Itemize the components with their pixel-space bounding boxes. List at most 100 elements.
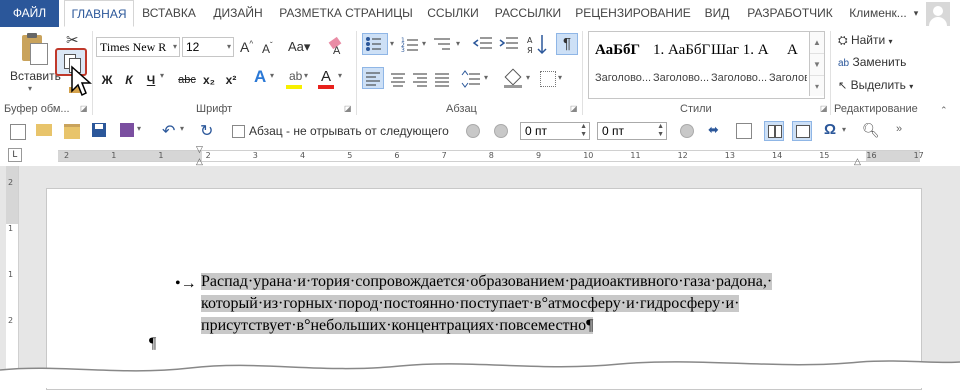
numbering-icon[interactable]: 1 2 3 xyxy=(400,35,422,53)
style-item[interactable]: Шаг 1. А Заголово... xyxy=(705,32,769,96)
user-name[interactable]: Клименк... xyxy=(844,0,912,27)
print-preview-icon[interactable]: 🔍︎ xyxy=(862,122,880,139)
shrink-font-icon[interactable]: Aˇ xyxy=(262,41,273,56)
styles-launcher-icon[interactable]: ◪ xyxy=(820,104,828,113)
superscript-button[interactable]: x² xyxy=(222,69,240,91)
tab-references[interactable]: ССЫЛКИ xyxy=(424,0,482,27)
styles-scroll[interactable]: ▲ ▼ ▾ xyxy=(809,32,824,96)
first-line-indent-marker-icon[interactable]: ▽ xyxy=(196,144,203,155)
document-line[interactable]: присутствует·в°небольших·концентрациях·п… xyxy=(201,317,594,335)
chevron-up-icon[interactable]: ▲ xyxy=(810,32,824,54)
save-icon[interactable] xyxy=(92,123,106,137)
shading-icon[interactable] xyxy=(504,68,524,89)
paste-icon[interactable] xyxy=(18,33,48,67)
subscript-button[interactable]: x₂ xyxy=(200,69,218,91)
spinner-icon[interactable]: ▲ ▼ xyxy=(580,123,587,139)
user-menu-chevron-icon[interactable]: ▾ xyxy=(910,0,922,27)
highlight-color-icon[interactable]: ab xyxy=(286,69,302,89)
align-center-icon[interactable] xyxy=(388,69,408,89)
replace-button[interactable]: ab Заменить xyxy=(838,55,906,69)
align-right-icon[interactable] xyxy=(410,69,430,89)
keep-with-next-checkbox[interactable] xyxy=(232,125,245,138)
text-effects-dropdown-icon[interactable]: ▾ xyxy=(270,71,274,80)
multilevel-list-icon[interactable] xyxy=(432,35,454,53)
clear-formatting-icon[interactable]: A xyxy=(328,36,344,57)
underline-dropdown-icon[interactable]: ▾ xyxy=(160,71,164,80)
option-circle-icon[interactable] xyxy=(466,124,480,138)
paragraph-launcher-icon[interactable]: ◪ xyxy=(570,104,578,113)
document-line[interactable]: Распад·урана·и·тория·сопровождается·обра… xyxy=(201,273,773,291)
option-circle-icon[interactable] xyxy=(494,124,508,138)
layout-icon[interactable] xyxy=(736,123,752,139)
change-case-icon[interactable]: Aa▾ xyxy=(288,39,310,55)
spacing-after-field[interactable]: 0 пт ▲ ▼ xyxy=(597,122,667,140)
multilevel-dropdown-icon[interactable]: ▾ xyxy=(456,39,460,48)
more-commands-icon[interactable]: » xyxy=(896,123,902,135)
find-button[interactable]: ⛭ Найти ▾ xyxy=(838,33,893,48)
tab-developer[interactable]: РАЗРАБОТЧИК xyxy=(742,0,838,27)
tab-view[interactable]: ВИД xyxy=(700,0,734,27)
repeat-icon[interactable]: ↻ xyxy=(200,121,213,141)
bullets-button[interactable] xyxy=(362,33,388,55)
paste-dropdown-icon[interactable]: ▾ xyxy=(28,84,32,93)
tab-layout[interactable]: РАЗМЕТКА СТРАНИЦЫ xyxy=(278,0,414,27)
more-styles-icon[interactable]: ▾ xyxy=(810,76,824,97)
highlight-dropdown-icon[interactable]: ▾ xyxy=(304,71,308,80)
bold-button[interactable]: Ж xyxy=(98,69,116,91)
grow-font-icon[interactable]: A^ xyxy=(240,39,253,55)
show-formatting-marks-button[interactable]: ¶ xyxy=(556,33,578,55)
font-launcher-icon[interactable]: ◪ xyxy=(344,104,352,113)
open-folder-icon[interactable] xyxy=(64,124,80,139)
undo-icon[interactable]: ↶ xyxy=(162,121,175,141)
avatar[interactable] xyxy=(926,2,950,26)
style-item[interactable]: АаБбГ Заголово... xyxy=(589,32,651,96)
tab-file[interactable]: ФАЙЛ xyxy=(0,0,59,27)
collapse-ribbon-icon[interactable]: ⌃ xyxy=(940,105,948,116)
font-name-combo[interactable]: Times New R ▾ xyxy=(96,37,180,57)
move-icon[interactable]: ⬌ xyxy=(708,122,719,138)
spacing-before-field[interactable]: 0 пт ▲ ▼ xyxy=(520,122,590,140)
font-size-combo[interactable]: 12 ▾ xyxy=(182,37,234,57)
document-line[interactable]: который·из·горных·пород·постоянно·поступ… xyxy=(201,295,740,313)
option-circle-icon[interactable] xyxy=(680,124,694,138)
tab-design[interactable]: ДИЗАЙН xyxy=(208,0,268,27)
save-as-dropdown-icon[interactable]: ▾ xyxy=(137,124,141,133)
style-item[interactable]: А Заголово... xyxy=(763,32,807,96)
decrease-indent-icon[interactable] xyxy=(472,35,494,53)
increase-indent-icon[interactable] xyxy=(498,35,520,53)
new-document-icon[interactable] xyxy=(10,124,26,140)
justify-icon[interactable] xyxy=(432,69,452,89)
chevron-down-icon[interactable]: ▼ xyxy=(810,54,824,76)
numbering-dropdown-icon[interactable]: ▾ xyxy=(422,39,426,48)
tab-mailings[interactable]: РАССЫЛКИ xyxy=(492,0,564,27)
font-color-dropdown-icon[interactable]: ▾ xyxy=(338,71,342,80)
text-effects-icon[interactable]: A xyxy=(254,67,266,87)
borders-dropdown-icon[interactable]: ▾ xyxy=(558,73,562,82)
shading-dropdown-icon[interactable]: ▾ xyxy=(526,73,530,82)
line-spacing-dropdown-icon[interactable]: ▾ xyxy=(484,73,488,82)
tab-selector-icon[interactable]: L xyxy=(8,148,22,162)
select-button[interactable]: ↖ Выделить ▾ xyxy=(838,78,913,92)
paste-button[interactable]: Вставить xyxy=(10,69,61,83)
align-left-button[interactable] xyxy=(362,67,384,89)
cut-icon[interactable]: ✂ xyxy=(66,31,79,49)
symbol-omega-icon[interactable]: Ω xyxy=(824,121,836,138)
tab-home[interactable]: ГЛАВНАЯ xyxy=(64,0,134,27)
undo-dropdown-icon[interactable]: ▾ xyxy=(180,124,184,133)
font-color-icon[interactable]: A xyxy=(318,68,334,89)
borders-icon[interactable] xyxy=(540,71,556,87)
style-item[interactable]: 1. АаБбГ Заголово... xyxy=(647,32,710,96)
italic-button[interactable]: К xyxy=(120,69,138,91)
underline-button[interactable]: Ч xyxy=(142,69,160,91)
horizontal-ruler[interactable]: L 21123456789101112131415161718 ▽ △ △ xyxy=(0,144,960,166)
symbol-dropdown-icon[interactable]: ▾ xyxy=(842,125,846,134)
clipboard-launcher-icon[interactable]: ◪ xyxy=(80,104,88,113)
sort-icon[interactable]: A Я xyxy=(526,33,548,55)
open-icon[interactable] xyxy=(36,124,52,136)
page-view-button[interactable] xyxy=(792,121,812,141)
tab-insert[interactable]: ВСТАВКА xyxy=(140,0,198,27)
spinner-icon[interactable]: ▲ ▼ xyxy=(657,123,664,139)
strikethrough-button[interactable]: abc xyxy=(174,69,200,91)
bullets-dropdown-icon[interactable]: ▾ xyxy=(390,39,394,48)
tab-review[interactable]: РЕЦЕНЗИРОВАНИЕ xyxy=(574,0,692,27)
